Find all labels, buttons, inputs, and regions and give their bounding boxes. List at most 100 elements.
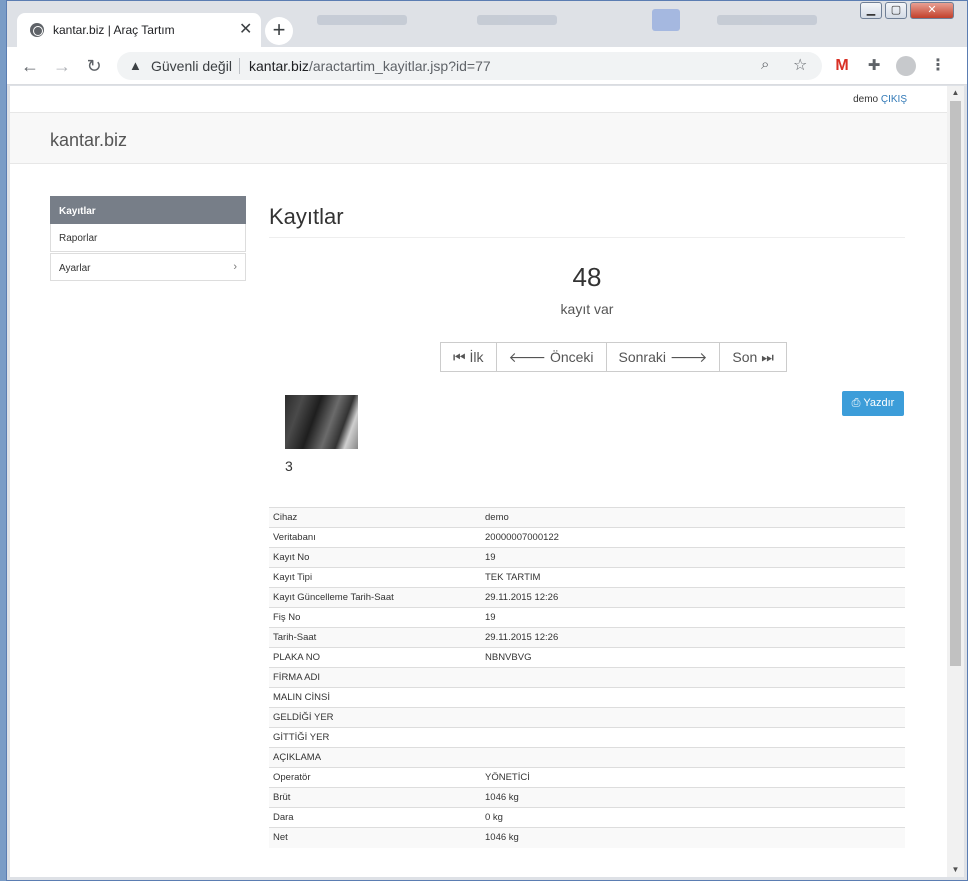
table-row: Veritabanı 20000007000122 — [269, 527, 905, 548]
table-row: GİTTİĞİ YER — [269, 727, 905, 748]
menu-kebab-icon[interactable]: ⋮ — [928, 56, 948, 76]
forward-arrow-icon[interactable]: → — [51, 55, 73, 77]
detail-value — [481, 667, 905, 688]
browser-window: kantar.biz | Araç Tartım ✕ + ▁ ▢ ✕ ← → ↻… — [6, 0, 968, 881]
sidebar-item-label: Ayarlar — [59, 263, 91, 274]
record-photo[interactable] — [285, 395, 358, 449]
table-row: Net 1046 kg — [269, 827, 905, 848]
brand-link[interactable]: kantar.biz — [50, 130, 127, 151]
security-label[interactable]: Güvenli değil — [151, 58, 232, 74]
arrow-right-icon: 🡒 — [669, 349, 708, 365]
detail-value: 1046 kg — [481, 787, 905, 808]
toolbar: ← → ↻ ▲ Güvenli değil kantar.biz/aractar… — [7, 47, 967, 85]
page-viewport: demo ÇIKIŞ kantar.biz Kayıtlar Raporlar … — [10, 86, 964, 877]
skip-back-icon: ⏮ — [453, 349, 466, 365]
scroll-down-icon[interactable]: ▼ — [947, 863, 964, 877]
table-row: GELDİĞİ YER — [269, 707, 905, 728]
close-window-button[interactable]: ✕ — [910, 2, 954, 19]
chevron-right-icon: › — [233, 261, 237, 273]
table-row: AÇIKLAMA — [269, 747, 905, 768]
prev-page-button[interactable]: 🡐 Önceki — [495, 342, 607, 372]
url-host: kantar.biz — [249, 58, 309, 74]
table-row: Dara 0 kg — [269, 807, 905, 828]
reload-icon[interactable]: ↻ — [83, 55, 105, 77]
sidebar-item-kayitlar[interactable]: Kayıtlar — [50, 196, 246, 224]
table-row: Brüt 1046 kg — [269, 787, 905, 808]
gmail-icon[interactable]: M — [832, 56, 852, 76]
sidebar-item-ayarlar[interactable]: Ayarlar › — [50, 253, 246, 281]
print-button[interactable]: ⎙ Yazdır — [842, 391, 904, 416]
table-row: PLAKA NO NBNVBVG — [269, 647, 905, 668]
last-label: Son — [732, 349, 758, 365]
detail-value: 19 — [481, 607, 905, 628]
address-bar[interactable]: ▲ Güvenli değil kantar.biz/aractartim_ka… — [117, 52, 822, 80]
printer-icon: ⎙ — [851, 397, 861, 409]
detail-value: 0 kg — [481, 807, 905, 828]
scroll-up-icon[interactable]: ▲ — [947, 86, 964, 100]
table-row: Kayıt No 19 — [269, 547, 905, 568]
detail-key: Operatör — [269, 767, 481, 788]
detail-value: 19 — [481, 547, 905, 568]
next-label: Sonraki — [618, 349, 666, 365]
detail-key: Veritabanı — [269, 527, 481, 548]
globe-icon — [30, 23, 44, 37]
user-bar: demo ÇIKIŞ — [10, 86, 947, 112]
detail-key: Tarih-Saat — [269, 627, 481, 648]
detail-key: PLAKA NO — [269, 647, 481, 668]
sidebar-item-label: Kayıtlar — [59, 206, 96, 217]
pagination: ⏮ İlk 🡐 Önceki Sonraki 🡒 Son ⏭ — [440, 342, 787, 372]
detail-value — [481, 707, 905, 728]
omnibox-divider — [239, 58, 240, 74]
first-label: İlk — [469, 349, 484, 365]
minimize-button[interactable]: ▁ — [860, 2, 882, 19]
page-title: Kayıtlar — [269, 196, 905, 238]
detail-key: MALIN CİNSİ — [269, 687, 481, 708]
table-row: MALIN CİNSİ — [269, 687, 905, 708]
table-row: Cihaz demo — [269, 507, 905, 528]
detail-value: 29.11.2015 12:26 — [481, 587, 905, 608]
table-row: Tarih-Saat 29.11.2015 12:26 — [269, 627, 905, 648]
warning-icon: ▲ — [129, 58, 142, 73]
detail-key: Cihaz — [269, 507, 481, 528]
last-page-button[interactable]: Son ⏭ — [719, 342, 787, 372]
main-content: Kayıtlar 48 kayıt var ⏮ İlk 🡐 Önceki Son… — [269, 196, 905, 848]
detail-key: GİTTİĞİ YER — [269, 727, 481, 748]
active-tab[interactable]: kantar.biz | Araç Tartım ✕ — [17, 13, 261, 47]
detail-value: demo — [481, 507, 905, 528]
record-count-label: kayıt var — [560, 301, 614, 317]
first-page-button[interactable]: ⏮ İlk — [440, 342, 497, 372]
scrollbar-thumb[interactable] — [950, 101, 961, 666]
next-page-button[interactable]: Sonraki 🡒 — [605, 342, 721, 372]
photo-number: 3 — [285, 458, 293, 474]
navbar: kantar.biz — [10, 112, 947, 164]
url-path: /aractartim_kayitlar.jsp?id=77 — [308, 58, 491, 74]
detail-key: Dara — [269, 807, 481, 828]
arrow-left-icon: 🡐 — [508, 349, 547, 365]
new-tab-button[interactable]: + — [265, 17, 293, 45]
zoom-icon[interactable]: ⌕ — [761, 56, 769, 73]
profile-avatar-icon[interactable] — [896, 56, 916, 76]
detail-key: Brüt — [269, 787, 481, 808]
detail-value — [481, 747, 905, 768]
close-tab-icon[interactable]: ✕ — [239, 20, 252, 40]
scrollbar[interactable]: ▲ ▼ — [947, 86, 964, 877]
background-tabs — [307, 7, 847, 33]
logout-link[interactable]: ÇIKIŞ — [881, 94, 907, 105]
detail-key: Fiş No — [269, 607, 481, 628]
bookmark-star-icon[interactable]: ☆ — [793, 55, 807, 75]
detail-key: Net — [269, 827, 481, 848]
detail-key: Kayıt No — [269, 547, 481, 568]
sidebar-item-raporlar[interactable]: Raporlar — [50, 224, 246, 252]
sidebar: Kayıtlar Raporlar Ayarlar › — [50, 196, 246, 281]
extensions-puzzle-icon[interactable]: ✚ — [864, 56, 884, 76]
prev-label: Önceki — [549, 349, 594, 365]
detail-value: TEK TARTIM — [481, 567, 905, 588]
detail-key: FİRMA ADI — [269, 667, 481, 688]
record-details-table: Cihaz demo Veritabanı 20000007000122 Kayıt N… — [269, 507, 905, 848]
table-row: Kayıt Güncelleme Tarih-Saat 29.11.2015 12… — [269, 587, 905, 608]
detail-value: 20000007000122 — [481, 527, 905, 548]
maximize-button[interactable]: ▢ — [885, 2, 907, 19]
tab-title: kantar.biz | Araç Tartım — [53, 23, 175, 37]
back-arrow-icon[interactable]: ← — [19, 55, 41, 77]
url-text[interactable]: kantar.biz/aractartim_kayitlar.jsp?id=77 — [249, 58, 491, 74]
